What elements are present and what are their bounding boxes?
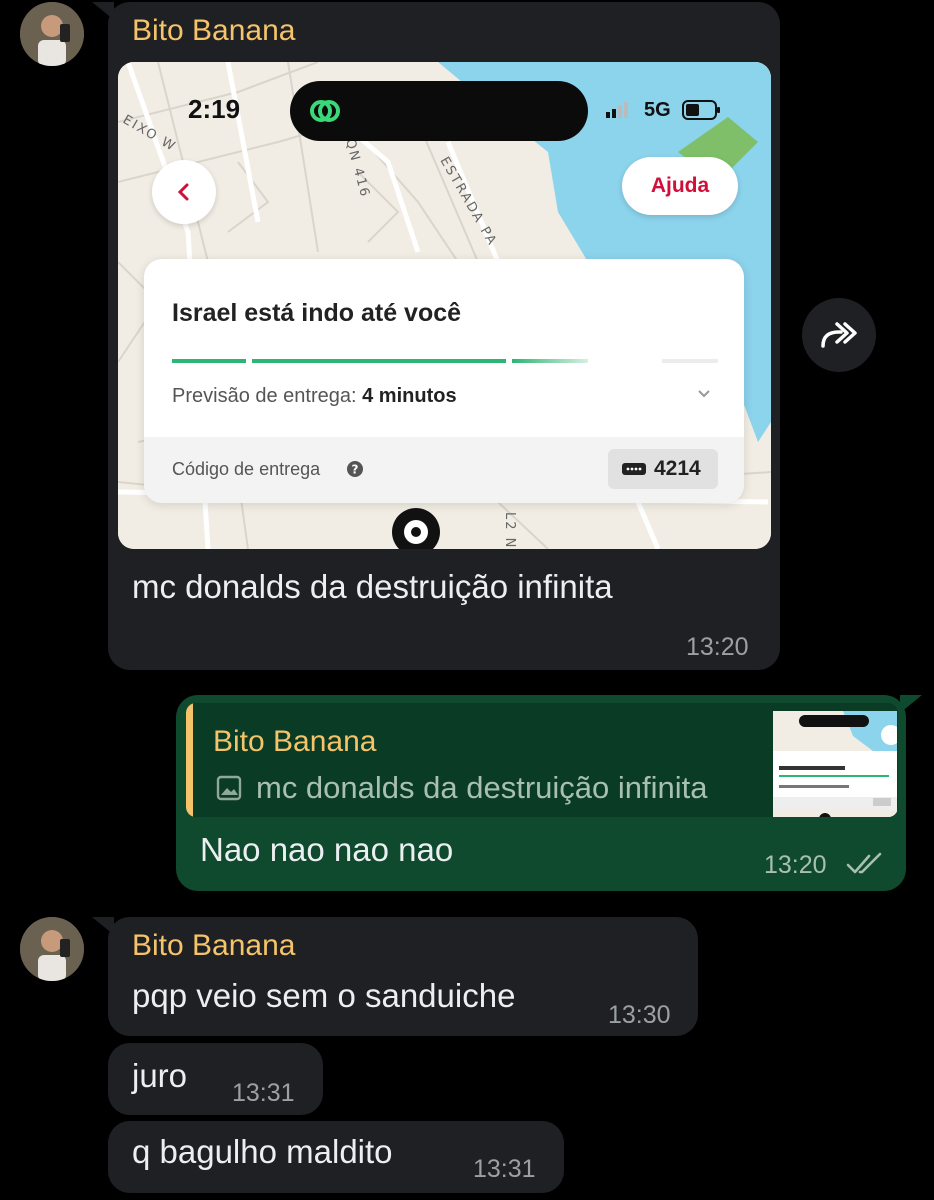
avatar-photo [20,917,84,981]
status-time: 2:19 [188,94,241,124]
app-logo-icon [310,100,340,122]
delivery-card: Israel está indo até você Previsão de en… [144,259,744,503]
back-button[interactable] [152,160,216,224]
eta-row[interactable]: Previsão de entrega: 4 minutos [172,385,718,408]
sender-name[interactable]: Bito Banana [132,929,295,963]
map-label: L2 N [502,512,517,549]
eta-label: Previsão de entrega: [172,385,357,407]
help-button[interactable]: Ajuda [622,157,738,215]
message-text: q bagulho maldito [132,1133,393,1170]
message-text: pqp veio sem o sanduiche [132,977,516,1014]
progress-bar [172,359,718,363]
svg-text:?: ? [352,463,359,477]
reply-sender: Bito Banana [213,725,377,758]
reply-bar [186,703,193,817]
double-check-icon [846,852,882,874]
signal-icon [606,102,628,118]
image-icon [216,775,242,801]
image-attachment[interactable]: EIXO W QN 416 ESTRADA PA L2 N 2:19 5G Aj… [118,62,771,549]
message-bubble-outgoing[interactable]: Bito Banana mc donalds da destruição inf… [176,695,906,891]
message-time: 13:31 [473,1155,536,1183]
message-time: 13:20 [686,633,749,661]
dynamic-island [290,81,588,141]
help-circle-icon[interactable]: ? [346,460,364,478]
message-time: 13:20 [764,851,827,879]
card-title: Israel está indo até você [172,299,462,327]
reply-quote[interactable]: Bito Banana mc donalds da destruição inf… [186,703,898,817]
code-badge: 4214 [608,449,718,489]
thumbnail-image [773,711,897,817]
network-label: 5G [644,99,671,121]
back-chevron-icon [177,183,189,201]
sender-avatar[interactable] [20,2,84,66]
message-bubble[interactable]: q bagulho maldito 13:31 [108,1121,564,1193]
sender-name[interactable]: Bito Banana [132,14,295,48]
reply-thumbnail [773,711,897,817]
code-card-icon [622,463,646,475]
message-time: 13:30 [608,1001,671,1029]
message-bubble[interactable]: Bito Banana pqp veio sem o sanduiche 13:… [108,917,698,1036]
message-text: Nao nao nao nao [200,831,454,868]
code-value: 4214 [654,457,701,480]
reply-text: mc donalds da destruição infinita [256,770,708,805]
message-time: 13:31 [232,1079,295,1107]
message-bubble[interactable]: juro 13:31 [108,1043,323,1115]
forward-icon [821,322,857,348]
message-bubble-image[interactable]: Bito Banana EIXO W QN 416 ESTRADA PA L2 … [108,2,780,670]
chevron-down-icon[interactable] [696,387,712,401]
battery-icon [682,100,720,120]
sender-avatar[interactable] [20,917,84,981]
forward-button[interactable] [802,298,876,372]
message-text: mc donalds da destruição infinita [132,568,613,605]
code-label: Código de entrega [172,459,321,479]
bubble-tail [900,695,922,713]
eta-value: 4 minutos [362,385,457,407]
map-pin-icon [392,508,440,549]
message-text: juro [132,1057,188,1094]
avatar-photo [20,2,84,66]
